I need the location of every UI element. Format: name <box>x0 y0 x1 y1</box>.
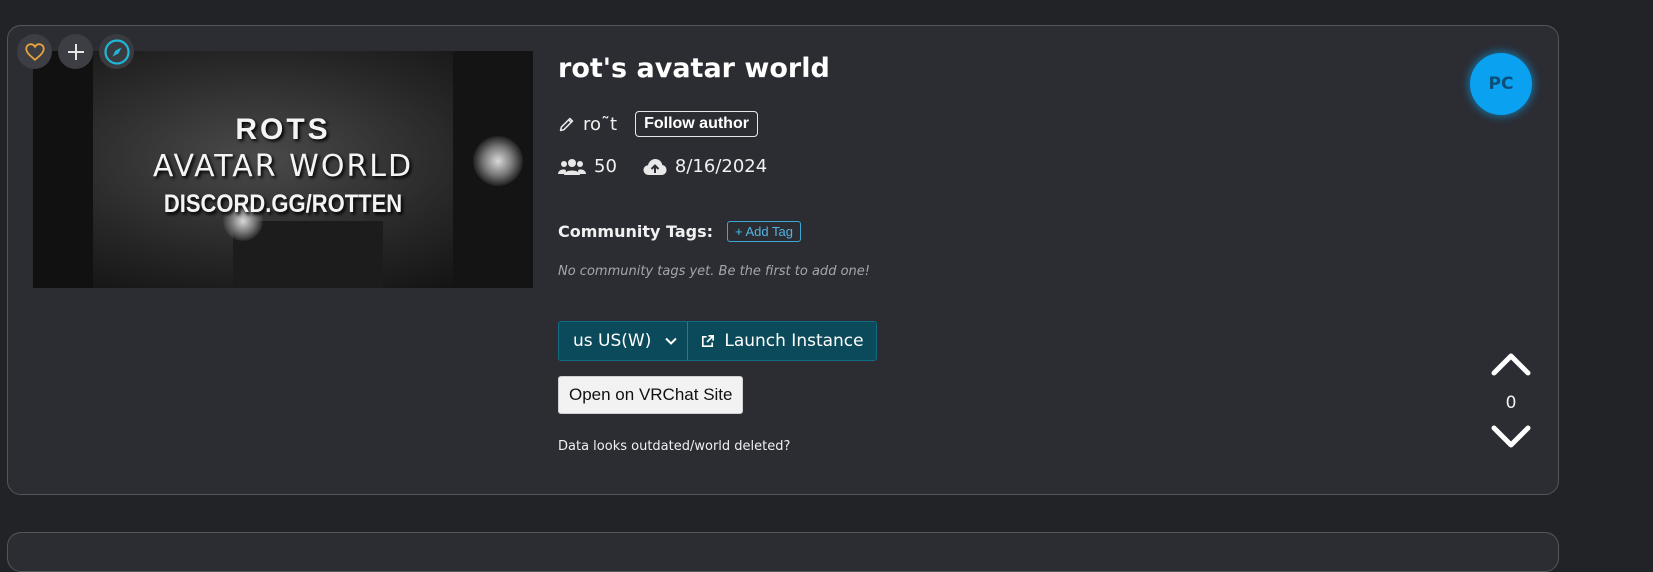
upvote-button[interactable] <box>1491 351 1531 381</box>
region-select-value: us US(W) <box>573 331 652 351</box>
player-count: 50 <box>558 156 617 177</box>
cloud-upload-icon <box>643 158 667 175</box>
updated-date: 8/16/2024 <box>643 156 767 177</box>
avatar[interactable]: PC <box>1470 53 1532 115</box>
compass-icon <box>103 38 130 65</box>
chevron-up-icon <box>1491 353 1531 376</box>
thumbnail-text-line3: DISCORD.GG/ROTTEN <box>163 189 403 218</box>
updated-date-value: 8/16/2024 <box>674 156 768 177</box>
downvote-button[interactable] <box>1491 424 1531 454</box>
next-world-card <box>7 532 1559 572</box>
author-row: ro˜t Follow author <box>558 111 758 137</box>
explore-button[interactable] <box>99 34 134 69</box>
community-tags-row: Community Tags: + Add Tag <box>558 221 801 242</box>
heart-icon <box>24 42 45 61</box>
launch-group: us US(W) Launch Instance <box>558 321 877 361</box>
world-stats: 50 8/16/2024 <box>558 156 793 177</box>
thumbnail-text-line2: AVATAR WORLD <box>152 149 414 184</box>
region-select[interactable]: us US(W) <box>559 322 689 360</box>
favorite-button[interactable] <box>17 34 52 69</box>
report-outdated-link[interactable]: Data looks outdated/world deleted? <box>558 439 790 454</box>
author-name[interactable]: ro˜t <box>583 114 617 135</box>
launch-instance-button[interactable]: Launch Instance <box>688 322 876 360</box>
world-card: ROTS AVATAR WORLD DISCORD.GG/ROTTEN rot'… <box>7 25 1559 495</box>
thumbnail-text-line1: ROTS <box>235 113 331 146</box>
open-vrchat-site-button[interactable]: Open on VRChat Site <box>558 376 744 414</box>
world-title: rot's avatar world <box>558 53 830 84</box>
chevron-down-icon <box>1491 425 1531 448</box>
follow-author-button[interactable]: Follow author <box>635 111 758 137</box>
chevron-down-icon <box>665 337 678 345</box>
player-count-value: 50 <box>594 156 617 177</box>
plus-icon <box>67 43 84 60</box>
external-link-icon <box>702 334 715 347</box>
world-thumbnail[interactable]: ROTS AVATAR WORLD DISCORD.GG/ROTTEN <box>33 51 533 288</box>
users-icon <box>558 158 586 175</box>
pencil-icon <box>559 117 574 131</box>
launch-instance-label: Launch Instance <box>724 331 864 351</box>
community-tags-empty: No community tags yet. Be the first to a… <box>558 264 870 279</box>
add-tag-button[interactable]: + Add Tag <box>727 221 801 242</box>
vote-count: 0 <box>1505 393 1517 413</box>
add-to-list-button[interactable] <box>58 34 93 69</box>
community-tags-label: Community Tags: <box>558 222 714 241</box>
